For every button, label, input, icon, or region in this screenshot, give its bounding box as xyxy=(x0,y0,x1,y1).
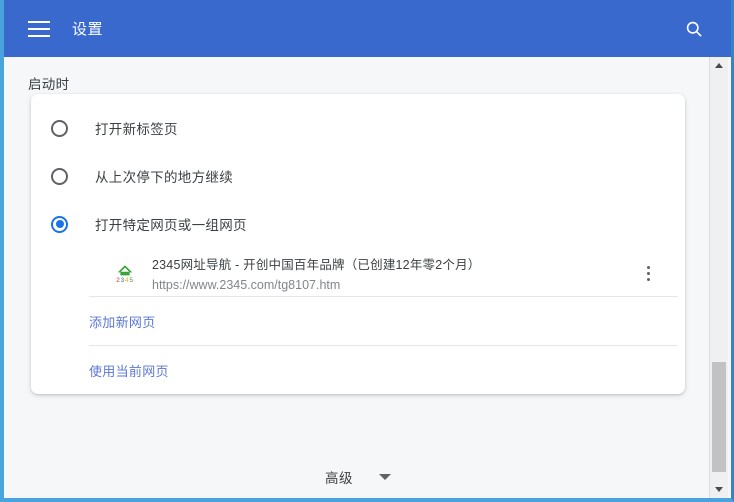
startup-page-list-item[interactable]: 2 3 4 5 2345网址导航 - 开创中国百年品牌（已创建12年零2个月） … xyxy=(89,252,678,296)
svg-text:2: 2 xyxy=(116,277,120,283)
hamburger-menu-icon[interactable] xyxy=(28,20,50,37)
startup-option-specific-pages[interactable]: 打开特定网页或一组网页 xyxy=(31,200,685,248)
scrollbar-thumb[interactable] xyxy=(712,362,726,472)
startup-page-url: https://www.2345.com/tg8107.htm xyxy=(152,278,341,292)
arrow-up-glyph xyxy=(715,63,723,68)
app-bar: 设置 xyxy=(4,0,731,57)
menu-dot xyxy=(646,265,650,269)
more-vertical-icon[interactable] xyxy=(636,258,660,288)
settings-window: 设置 启动时 打开新标签页 从上次停下的地方继续 打开特定网页或一组网页 2 3… xyxy=(0,0,734,502)
startup-option-new-tab[interactable]: 打开新标签页 xyxy=(31,104,685,152)
vertical-scrollbar[interactable] xyxy=(709,57,728,498)
use-current-pages-link[interactable]: 使用当前网页 xyxy=(31,346,685,394)
hamburger-line xyxy=(28,34,50,37)
page-title: 设置 xyxy=(72,21,104,38)
svg-text:5: 5 xyxy=(129,277,133,283)
radio-button-icon xyxy=(51,119,68,137)
settings-content: 启动时 打开新标签页 从上次停下的地方继续 打开特定网页或一组网页 2 3 4 … xyxy=(4,57,712,498)
arrow-down-glyph xyxy=(715,487,723,492)
use-current-pages-label: 使用当前网页 xyxy=(89,363,169,379)
startup-option-continue[interactable]: 从上次停下的地方继续 xyxy=(31,152,685,200)
menu-dot xyxy=(646,277,650,281)
advanced-settings-toggle[interactable]: 高级 xyxy=(4,455,712,498)
2345-navigation-favicon-icon: 2 3 4 5 xyxy=(115,263,135,284)
svg-text:4: 4 xyxy=(125,277,129,283)
startup-option-label: 从上次停下的地方继续 xyxy=(95,170,233,185)
startup-option-label: 打开新标签页 xyxy=(95,122,178,137)
advanced-label: 高级 xyxy=(325,471,353,486)
radio-button-icon xyxy=(51,167,68,185)
scroll-down-arrow-icon[interactable] xyxy=(710,481,728,498)
hamburger-line xyxy=(28,27,50,30)
startup-options-card: 打开新标签页 从上次停下的地方继续 打开特定网页或一组网页 2 3 4 5 23… xyxy=(31,94,685,394)
startup-page-title: 2345网址导航 - 开创中国百年品牌（已创建12年零2个月） xyxy=(152,258,481,272)
search-icon[interactable] xyxy=(679,14,709,44)
section-heading-on-startup: 启动时 xyxy=(28,77,70,92)
scroll-up-arrow-icon[interactable] xyxy=(710,57,728,74)
menu-dot xyxy=(646,271,650,275)
startup-page-info: 2345网址导航 - 开创中国百年品牌（已创建12年零2个月） https://… xyxy=(152,254,636,292)
svg-text:3: 3 xyxy=(121,277,125,283)
startup-option-label: 打开特定网页或一组网页 xyxy=(95,218,247,233)
hamburger-line xyxy=(28,20,50,23)
chevron-down-icon xyxy=(379,474,391,480)
add-new-page-label: 添加新网页 xyxy=(89,314,156,330)
radio-button-selected-icon xyxy=(51,215,68,233)
add-new-page-link[interactable]: 添加新网页 xyxy=(31,297,685,345)
